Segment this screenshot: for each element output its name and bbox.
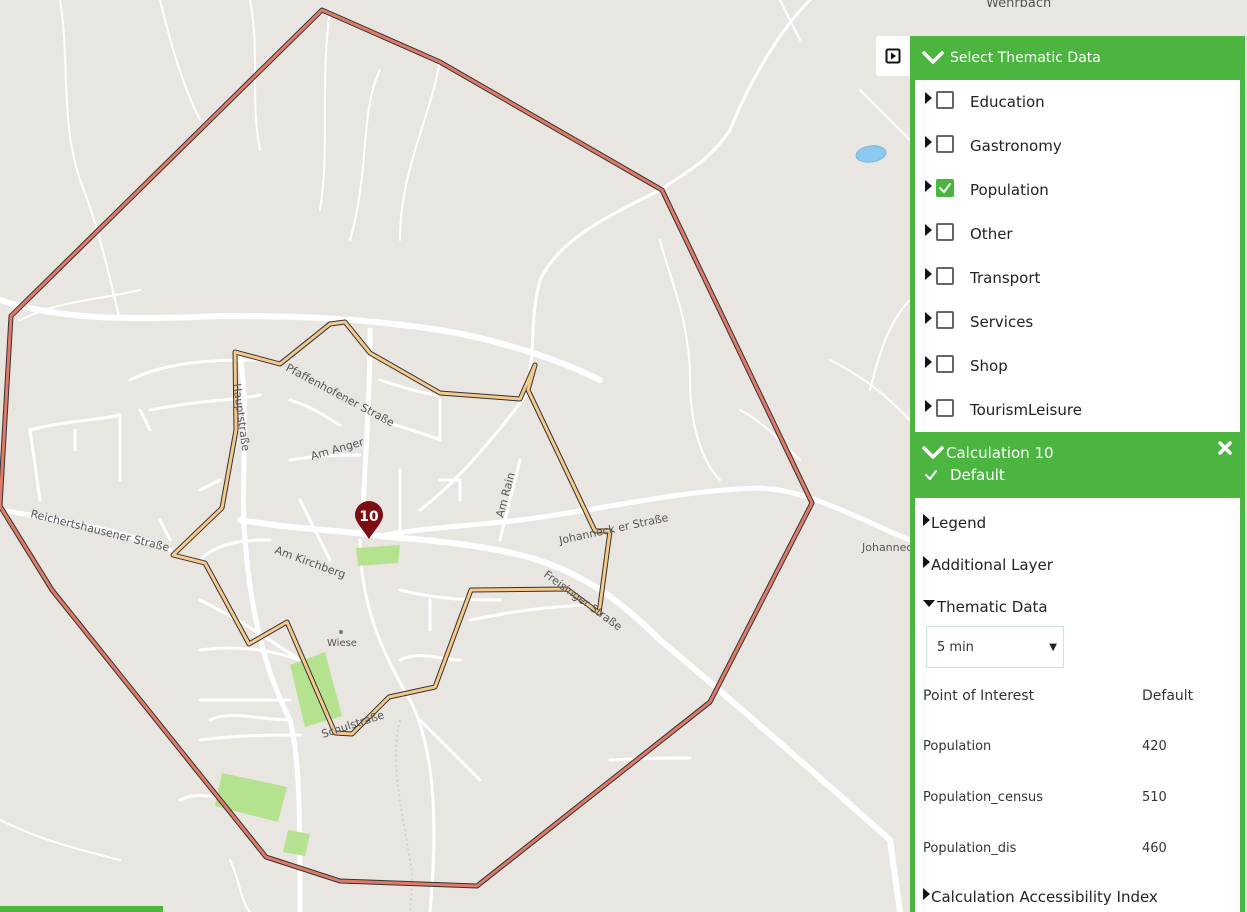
thematic-item-label: Services [970,313,1034,331]
label-wehrbach: Wehrbach [986,0,1051,11]
accessibility-index-toggle[interactable]: Calculation Accessibility Index [923,888,1158,906]
label-johanneck-village: Johannec [861,541,912,554]
panel-toggle-button[interactable] [876,36,910,76]
time-select-value: 5 min [937,639,974,655]
time-select[interactable]: 5 min ▼ [926,626,1064,668]
thematic-item-education[interactable]: Education [915,80,1240,124]
dropdown-arrow-icon: ▼ [1049,642,1057,653]
thematic-list: Education Gastronomy Population Other Transp… [915,80,1240,432]
table-row: Population_census 510 [923,790,1223,805]
thematic-item-transport[interactable]: Transport [915,256,1240,300]
thematic-checkbox[interactable] [936,179,954,197]
table-row: Population 420 [923,739,1223,754]
thematic-checkbox[interactable] [936,311,954,329]
caret-right-icon[interactable] [925,92,932,104]
calculation-title: Calculation 10 [946,444,1054,462]
caret-right-icon [923,514,930,526]
chevron-down-icon [922,51,944,64]
thematic-checkbox[interactable] [936,223,954,241]
table-cell: 510 [1142,790,1167,805]
table-header: Point of Interest Default [923,688,1223,704]
table-row: Population_dis 460 [923,841,1223,856]
table-header-default: Default [1142,688,1194,704]
thematic-item-label: TourismLeisure [970,401,1082,419]
table-cell: Population [923,739,992,754]
thematic-checkbox[interactable] [936,399,954,417]
thematic-item-services[interactable]: Services [915,300,1240,344]
calculation-header[interactable]: Calculation 10 Default [910,432,1245,498]
wiese-dot [339,630,343,634]
panel-collapse-icon [885,48,901,64]
table-header-poi: Point of Interest [923,688,1035,704]
caret-right-icon[interactable] [925,400,932,412]
legend-toggle[interactable]: Legend [923,514,986,532]
thematic-header-label: Select Thematic Data [950,50,1101,66]
caret-right-icon [923,888,930,900]
thematic-item-other[interactable]: Other [915,212,1240,256]
caret-right-icon[interactable] [925,224,932,236]
thematic-item-population[interactable]: Population [915,168,1240,212]
legend-label: Legend [931,514,987,532]
thematic-item-label: Transport [970,269,1041,287]
thematic-item-tourismleisure[interactable]: TourismLeisure [915,388,1240,432]
thematic-item-label: Other [970,225,1013,243]
caret-right-icon[interactable] [925,356,932,368]
thematic-item-gastronomy[interactable]: Gastronomy [915,124,1240,168]
caret-right-icon[interactable] [925,136,932,148]
thematic-data-label: Thematic Data [937,598,1048,616]
thematic-item-label: Population [970,181,1049,199]
accessibility-index-label: Calculation Accessibility Index [931,888,1158,906]
caret-right-icon[interactable] [925,312,932,324]
thematic-item-label: Gastronomy [970,137,1062,155]
check-icon [925,470,937,480]
marker-label: 10 [359,509,379,525]
check-icon [939,183,951,193]
calculation-body: Legend Additional Layer Thematic Data 5 … [915,498,1240,912]
thematic-item-label: Education [970,93,1045,111]
thematic-checkbox[interactable] [936,91,954,109]
thematic-data-toggle[interactable]: Thematic Data [923,598,1048,616]
additional-layer-toggle[interactable]: Additional Layer [923,556,1053,574]
thematic-header[interactable]: Select Thematic Data [910,36,1245,80]
thematic-checkbox[interactable] [936,135,954,153]
bottom-progress-bar [0,906,163,912]
caret-down-icon [923,599,935,607]
label-wiese: Wiese [327,638,357,649]
table-cell: 460 [1142,841,1167,856]
caret-right-icon [923,556,930,568]
scenario-label: Default [950,466,1005,484]
thematic-item-label: Shop [970,357,1008,375]
close-icon[interactable] [1217,440,1233,456]
sidebar: Select Thematic Data Education Gastronomy… [910,36,1245,912]
additional-layer-label: Additional Layer [931,556,1053,574]
table-cell: Population_dis [923,841,1017,856]
thematic-checkbox[interactable] [936,355,954,373]
chevron-down-icon [922,446,944,459]
thematic-checkbox[interactable] [936,267,954,285]
table-cell: 420 [1142,739,1167,754]
caret-right-icon[interactable] [925,180,932,192]
thematic-item-shop[interactable]: Shop [915,344,1240,388]
table-cell: Population_census [923,790,1043,805]
caret-right-icon[interactable] [925,268,932,280]
